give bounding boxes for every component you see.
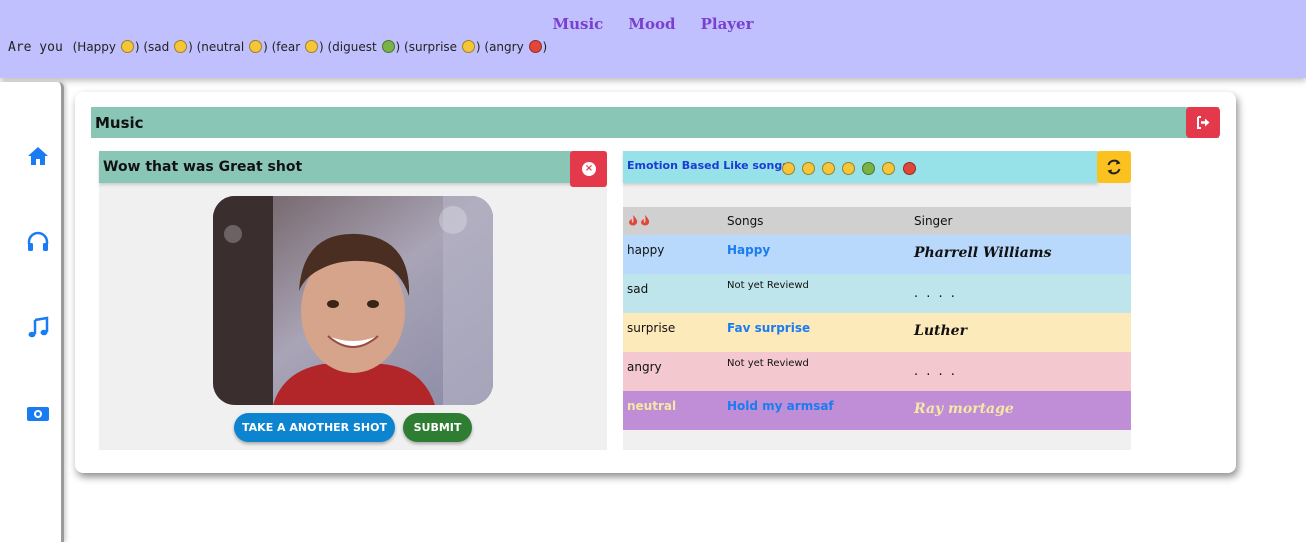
refresh-icon [1107, 159, 1121, 175]
song-link[interactable]: Fav surprise [727, 321, 810, 335]
music-note-icon[interactable] [26, 316, 50, 340]
emotion-cell: happy [627, 243, 665, 257]
emotion-songs-title: Emotion Based Like songs [627, 159, 789, 172]
emotion-cell: sad [627, 282, 649, 296]
mood-option-neutral: (neutral ) [196, 40, 268, 54]
emotion-songs-panel: Emotion Based Like songs Songs Singer ha… [623, 151, 1131, 450]
main-nav: Music Mood Player [0, 14, 1306, 33]
singer-cell: . . . . [914, 364, 957, 379]
home-icon[interactable] [26, 144, 50, 168]
fire-icon [627, 214, 653, 231]
submit-button[interactable]: SUBMIT [403, 413, 472, 442]
fear-emoji-icon [304, 40, 318, 53]
surprise-emoji-icon [882, 162, 896, 175]
angry-emoji-icon [528, 40, 542, 53]
neutral-emoji-icon [822, 162, 836, 175]
top-navbar: Music Mood Player Are you (Happy ) (sad … [0, 0, 1306, 78]
close-icon: × [582, 162, 596, 176]
sidebar [0, 82, 64, 542]
emotion-cell: surprise [627, 321, 676, 335]
logout-icon [1197, 116, 1210, 129]
angry-emoji-icon [902, 162, 916, 175]
table-row: surprise Fav surprise Luther [623, 313, 1131, 352]
music-card: Music Wow that was Great shot × TAKE A A… [75, 92, 1236, 473]
emotion-cell: neutral [627, 399, 677, 413]
sad-emoji-icon [174, 40, 188, 53]
mood-option-fear: (fear ) [271, 40, 324, 54]
disgust-emoji-icon [862, 162, 876, 175]
table-row: happy Happy Pharrell Williams [623, 235, 1131, 274]
music-title: Music [95, 114, 144, 132]
disgust-emoji-icon [381, 40, 395, 53]
nav-music[interactable]: Music [553, 15, 604, 33]
fear-emoji-icon [842, 162, 856, 175]
nav-player[interactable]: Player [701, 15, 754, 33]
photo-image [213, 196, 493, 405]
singer-cell: Pharrell Williams [914, 245, 1052, 261]
headphones-icon[interactable] [26, 230, 50, 254]
table-row: sad Not yet Reviewd . . . . [623, 274, 1131, 313]
neutral-emoji-icon [249, 40, 263, 53]
logout-button[interactable] [1186, 107, 1220, 138]
close-shot-button[interactable]: × [570, 151, 607, 187]
table-row: neutral Hold my armsaf Ray mortage [623, 391, 1131, 430]
column-singer: Singer [914, 214, 953, 228]
money-icon[interactable] [26, 402, 50, 426]
mood-option-disgust: (diguest ) [327, 40, 401, 54]
mood-question-lead: Are you [8, 40, 63, 55]
mood-option-surprise: (surprise ) [404, 40, 481, 54]
emotion-cell: angry [627, 360, 662, 374]
song-cell: Not yet Reviewd [727, 280, 809, 291]
take-another-shot-button[interactable]: TAKE A ANOTHER SHOT [234, 413, 395, 442]
mood-option-happy: (Happy ) [72, 40, 140, 54]
captured-photo [213, 196, 493, 405]
song-cell: Not yet Reviewd [727, 358, 809, 369]
mood-option-sad: (sad ) [143, 40, 193, 54]
mood-option-angry: (angry ) [484, 40, 548, 54]
happy-emoji-icon [782, 162, 795, 175]
singer-cell: . . . . [914, 286, 957, 301]
song-link[interactable]: Happy [727, 243, 770, 257]
song-link[interactable]: Hold my armsaf [727, 399, 834, 413]
singer-cell: Ray mortage [914, 401, 1014, 417]
sad-emoji-icon [802, 162, 816, 175]
shot-title: Wow that was Great shot [103, 159, 303, 175]
music-header: Music [91, 107, 1219, 138]
emotion-songs-table: Songs Singer happy Happy Pharrell Williams… [623, 207, 1131, 430]
table-header-row: Songs Singer [623, 207, 1131, 235]
column-songs: Songs [727, 214, 764, 228]
happy-emoji-icon [120, 40, 134, 53]
nav-mood[interactable]: Mood [628, 15, 675, 33]
shot-header: Wow that was Great shot [99, 151, 572, 183]
singer-cell: Luther [914, 323, 967, 339]
emotion-emoji-strip [781, 158, 917, 177]
mood-question: Are you (Happy ) (sad ) (neutral ) (fear… [8, 40, 547, 55]
surprise-emoji-icon [461, 40, 475, 53]
emotion-songs-header: Emotion Based Like songs [623, 151, 1098, 183]
refresh-button[interactable] [1097, 151, 1131, 183]
shot-panel: Wow that was Great shot × TAKE A ANOTHER… [99, 151, 607, 450]
table-row: angry Not yet Reviewd . . . . [623, 352, 1131, 391]
